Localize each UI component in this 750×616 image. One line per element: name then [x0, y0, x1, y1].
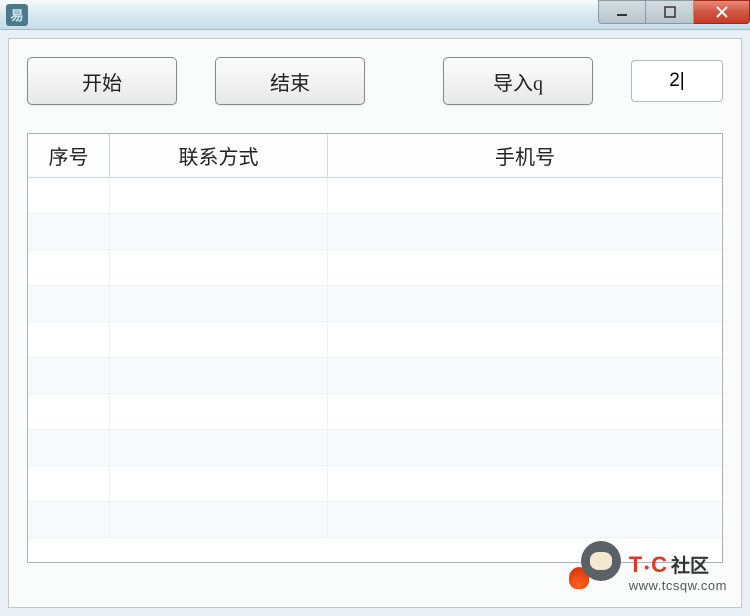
titlebar: 易 — [0, 0, 750, 30]
column-header-num[interactable]: 序号 — [28, 134, 110, 177]
client-area: 开始 结束 导入q 序号 联系方式 手机号 — [8, 38, 742, 608]
table-row[interactable] — [28, 286, 722, 322]
column-header-phone[interactable]: 手机号 — [328, 134, 722, 177]
number-input[interactable] — [631, 60, 723, 102]
table-header: 序号 联系方式 手机号 — [28, 134, 722, 178]
table-row[interactable] — [28, 322, 722, 358]
maximize-button[interactable] — [646, 0, 694, 24]
watermark-brand: T•C 社区 — [629, 551, 709, 578]
end-button[interactable]: 结束 — [215, 57, 365, 105]
app-icon: 易 — [6, 4, 28, 26]
table-row[interactable] — [28, 178, 722, 214]
toolbar: 开始 结束 导入q — [27, 57, 723, 105]
table-row[interactable] — [28, 250, 722, 286]
watermark-text: T•C 社区 www.tcsqw.com — [629, 551, 727, 593]
table-row[interactable] — [28, 466, 722, 502]
start-button[interactable]: 开始 — [27, 57, 177, 105]
data-table: 序号 联系方式 手机号 — [27, 133, 723, 563]
table-row[interactable] — [28, 358, 722, 394]
close-button[interactable] — [694, 0, 750, 24]
watermark: T•C 社区 www.tcsqw.com — [569, 539, 727, 593]
minimize-button[interactable] — [598, 0, 646, 24]
table-row[interactable] — [28, 394, 722, 430]
table-row[interactable] — [28, 502, 722, 538]
watermark-url: www.tcsqw.com — [629, 578, 727, 593]
mascot-icon — [569, 539, 623, 593]
table-row[interactable] — [28, 430, 722, 466]
table-body — [28, 178, 722, 563]
table-row[interactable] — [28, 214, 722, 250]
column-header-contact[interactable]: 联系方式 — [110, 134, 328, 177]
window-controls — [598, 0, 750, 26]
import-q-button[interactable]: 导入q — [443, 57, 593, 105]
